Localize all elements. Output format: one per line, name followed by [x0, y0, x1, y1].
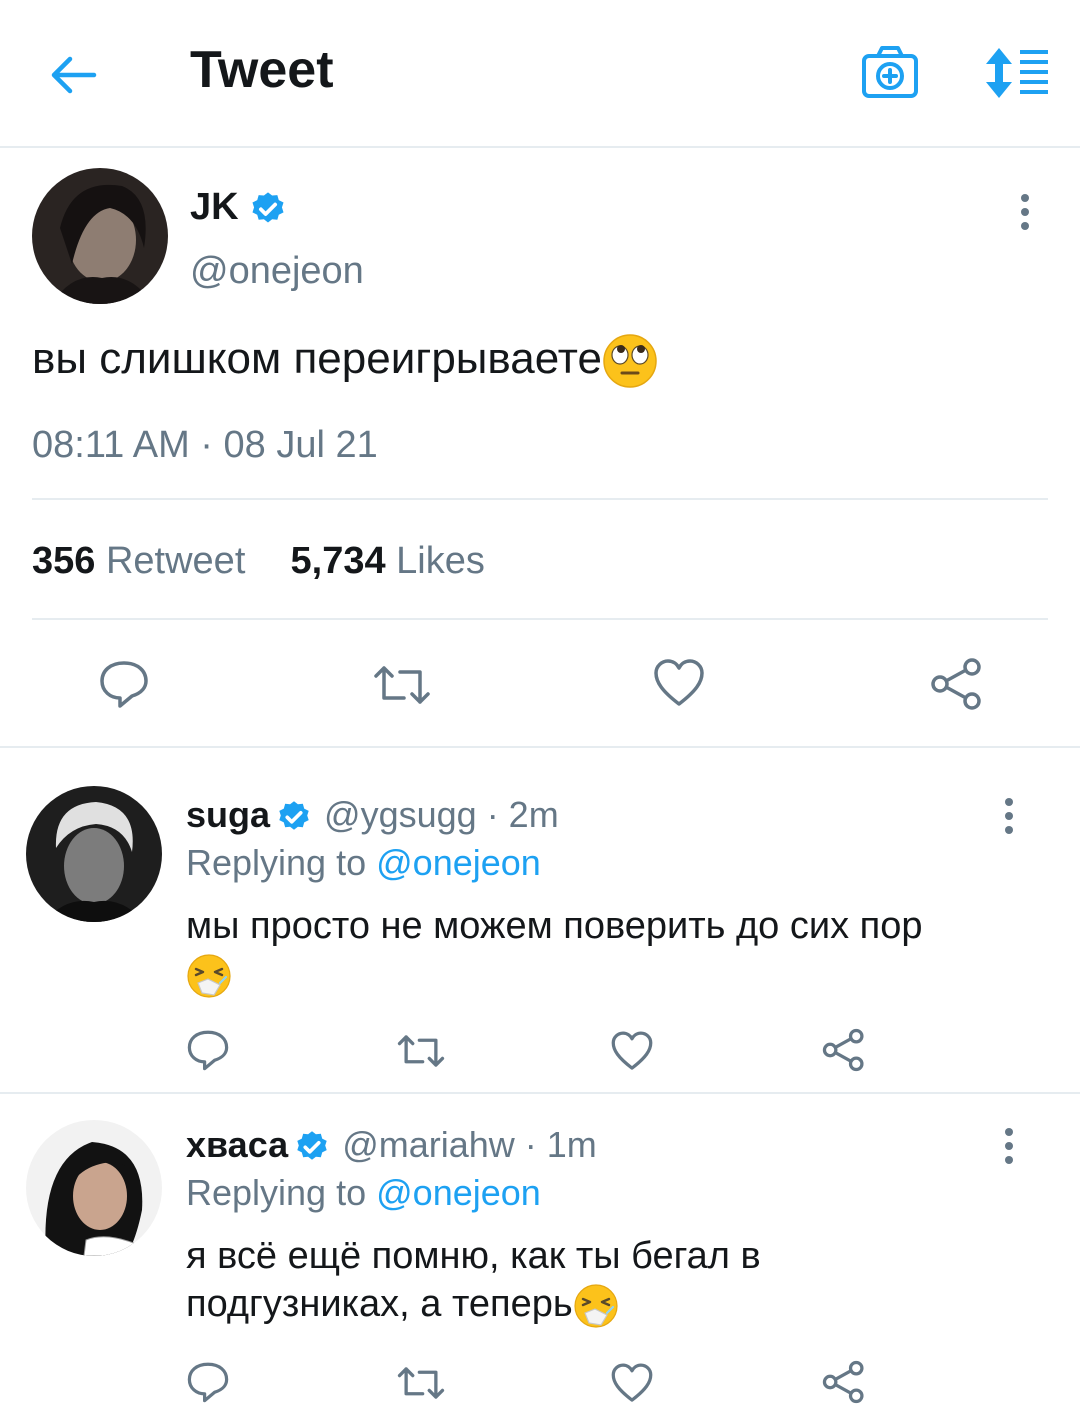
sort-button[interactable] [982, 46, 1052, 100]
reply-time: · 2m [486, 794, 559, 835]
replying-to-prefix: Replying to [186, 1172, 367, 1213]
sort-list-icon [986, 48, 1048, 98]
reply-text-content: я всё ещё помню, как ты бегал в подгузни… [186, 1235, 761, 1325]
more-options-button[interactable] [994, 1122, 1024, 1172]
mention-link[interactable]: @onejeon [376, 842, 541, 883]
reply-button[interactable] [186, 1360, 230, 1409]
replying-to: Replying to @onejeon [186, 1172, 541, 1214]
retweet-stat[interactable]: 356 Retweet [32, 540, 245, 582]
share-icon [822, 1028, 864, 1072]
avatar[interactable] [26, 1120, 162, 1256]
tweet-timestamp: 08:11 AM · 08 Jul 21 [32, 424, 378, 466]
retweet-icon [374, 666, 430, 704]
share-icon [931, 658, 981, 710]
retweet-stat-label: Retweet [105, 540, 246, 582]
display-name-text: JK [190, 186, 239, 228]
reply-text-content: мы просто не можем поверить до сих пор [186, 905, 923, 947]
mention-link[interactable]: @onejeon [376, 1172, 541, 1213]
avatar[interactable] [32, 168, 168, 304]
divider [32, 498, 1048, 500]
top-bar: Tweet [0, 0, 1080, 148]
reply-time: · 1m [524, 1124, 597, 1165]
verified-badge-icon [252, 192, 284, 223]
sneezing-face-icon [187, 954, 231, 998]
back-button[interactable] [48, 50, 98, 100]
reply-button[interactable] [186, 1028, 230, 1077]
vertical-dots-icon [1021, 194, 1029, 230]
share-icon [822, 1360, 864, 1404]
retweet-icon [397, 1035, 445, 1067]
retweet-button[interactable] [396, 1364, 446, 1407]
sneezing-face-icon [574, 1284, 618, 1328]
tweet-text: вы слишком переигрываете [32, 332, 658, 389]
like-button[interactable] [610, 1030, 654, 1077]
user-handle[interactable]: @onejeon [190, 250, 364, 293]
heart-icon [611, 1363, 653, 1402]
divider [32, 618, 1048, 620]
reply-tweet[interactable]: хваса @mariahw · 1m Replying to @onejeon… [0, 1092, 1080, 1424]
replying-to: Replying to @onejeon [186, 842, 541, 884]
reply-text: я всё ещё помню, как ты бегал в подгузни… [186, 1232, 826, 1329]
share-button[interactable] [930, 658, 984, 715]
vertical-dots-icon [1005, 798, 1013, 834]
share-button[interactable] [822, 1028, 866, 1077]
more-options-button[interactable] [994, 792, 1024, 842]
tweet-stats: 356 Retweet 5,734 Likes [32, 540, 485, 583]
like-button[interactable] [652, 658, 706, 713]
display-name[interactable]: suga [186, 794, 270, 835]
page-title: Tweet [190, 41, 334, 99]
heart-icon [611, 1031, 653, 1070]
reply-meta: suga @ygsugg · 2m [186, 794, 559, 836]
like-button[interactable] [610, 1362, 654, 1409]
reply-meta: хваса @mariahw · 1m [186, 1124, 597, 1166]
verified-badge-icon [279, 801, 309, 831]
heart-icon [654, 659, 704, 706]
reply-button[interactable] [98, 658, 150, 715]
vertical-dots-icon [1005, 1128, 1013, 1164]
tweet-text-content: вы слишком переигрываете [32, 334, 602, 383]
retweet-icon [397, 1367, 445, 1399]
retweet-button[interactable] [396, 1032, 446, 1075]
likes-count: 5,734 [290, 540, 386, 582]
replying-to-prefix: Replying to [186, 842, 367, 883]
retweet-count: 356 [32, 540, 96, 582]
user-handle[interactable]: @ygsugg [324, 794, 477, 835]
display-name[interactable]: JK [190, 186, 287, 229]
likes-stat-label: Likes [396, 540, 485, 582]
face-with-rolling-eyes-icon [603, 334, 657, 389]
more-options-button[interactable] [1010, 188, 1040, 238]
speech-bubble-icon [100, 661, 148, 708]
main-tweet: JK @onejeon вы слишком переигрываете 08:… [0, 148, 1080, 746]
speech-bubble-icon [187, 1030, 229, 1071]
share-button[interactable] [822, 1360, 866, 1409]
camera-plus-icon [862, 46, 918, 98]
camera-button[interactable] [860, 44, 920, 100]
reply-text: мы просто не можем поверить до сих пор [186, 902, 1016, 999]
reply-tweet[interactable]: suga @ygsugg · 2m Replying to @onejeon м… [0, 746, 1080, 1092]
likes-stat[interactable]: 5,734 Likes [291, 540, 485, 582]
verified-badge-icon [297, 1131, 327, 1161]
user-handle[interactable]: @mariahw [342, 1124, 515, 1165]
avatar[interactable] [26, 786, 162, 922]
arrow-left-icon [51, 56, 97, 94]
speech-bubble-icon [187, 1362, 229, 1403]
display-name[interactable]: хваса [186, 1124, 288, 1165]
retweet-button[interactable] [372, 662, 432, 713]
